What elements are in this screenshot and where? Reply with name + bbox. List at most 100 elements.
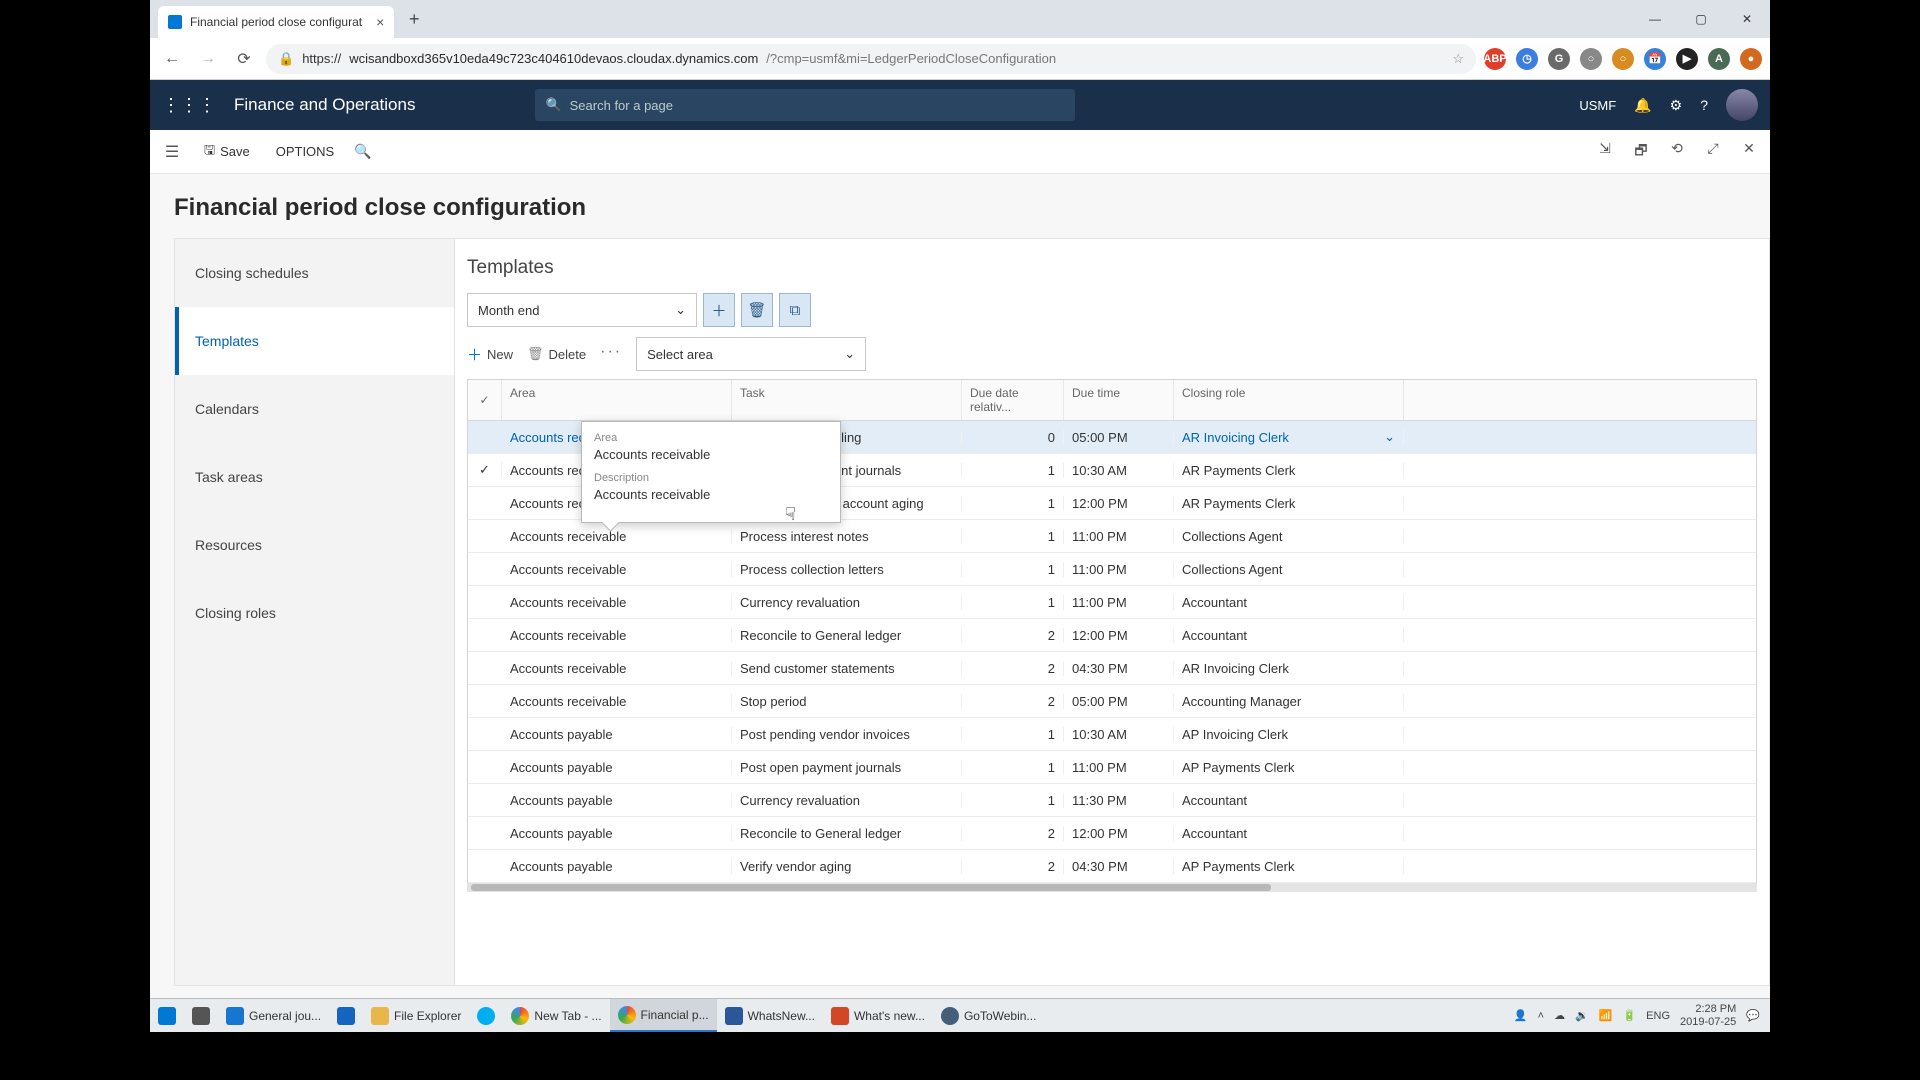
settings-gear-icon[interactable]: ⚙ (1670, 97, 1683, 114)
cell-due-relative[interactable]: 0 (962, 430, 1064, 445)
close-window-icon[interactable]: ✕ (1724, 3, 1770, 35)
save-button[interactable]: 🖫 Save (198, 137, 256, 167)
taskbar-powerpoint[interactable]: What's new... (823, 999, 933, 1032)
overflow-menu-icon[interactable]: ··· (600, 343, 622, 365)
cell-task[interactable]: Verify vendor aging (732, 859, 962, 874)
cell-task[interactable]: Process interest notes (732, 529, 962, 544)
cell-closing-role[interactable]: Accountant (1174, 595, 1404, 610)
table-row[interactable]: Accounts receivableCurrency revaluation1… (468, 586, 1756, 619)
cell-task[interactable]: Currency revaluation (732, 595, 962, 610)
global-search[interactable]: 🔍 Search for a page (535, 89, 1075, 121)
cell-due-relative[interactable]: 2 (962, 859, 1064, 874)
notifications-icon[interactable]: 🔔 (1634, 97, 1651, 114)
profile-icon[interactable]: ● (1740, 48, 1762, 70)
nav-calendars[interactable]: Calendars (175, 375, 454, 443)
tray-chevron-up-icon[interactable]: ˄ (1538, 1010, 1544, 1022)
template-select[interactable]: Month end ⌄ (467, 293, 697, 327)
taskbar-outlook[interactable] (329, 999, 363, 1032)
col-closing-role[interactable]: Closing role (1174, 380, 1404, 420)
col-area[interactable]: Area (502, 380, 732, 420)
table-row[interactable]: Accounts receivableStop period205:00 PMA… (468, 685, 1756, 718)
extension-icon-g[interactable]: G (1548, 48, 1570, 70)
cell-due-relative[interactable]: 1 (962, 760, 1064, 775)
extension-icon[interactable]: ○ (1580, 48, 1602, 70)
cell-closing-role[interactable]: Accountant (1174, 826, 1404, 841)
cell-due-relative[interactable]: 1 (962, 463, 1064, 478)
table-row[interactable]: Accounts payableVerify vendor aging204:3… (468, 850, 1756, 883)
tab-close-icon[interactable]: × (376, 14, 384, 30)
cell-due-time[interactable]: 11:00 PM (1064, 529, 1174, 544)
cell-task[interactable]: Post open payment journals (732, 760, 962, 775)
cell-due-time[interactable]: 05:00 PM (1064, 430, 1174, 445)
cell-due-relative[interactable]: 2 (962, 694, 1064, 709)
table-row[interactable]: Accounts receivableReconcile to General … (468, 619, 1756, 652)
company-selector[interactable]: USMF (1579, 98, 1616, 113)
cell-task[interactable]: Reconcile to General ledger (732, 628, 962, 643)
cell-due-relative[interactable]: 1 (962, 496, 1064, 511)
tray-cloud-icon[interactable]: ☁ (1554, 1009, 1565, 1022)
nav-closing-schedules[interactable]: Closing schedules (175, 239, 454, 307)
tray-language[interactable]: ENG (1646, 1010, 1670, 1022)
extension-icon[interactable]: ▶ (1676, 48, 1698, 70)
cell-due-time[interactable]: 12:00 PM (1064, 628, 1174, 643)
taskbar-edge[interactable]: General jou... (218, 999, 329, 1032)
tray-clock[interactable]: 2:28 PM 2019-07-25 (1680, 1003, 1736, 1027)
task-view-icon[interactable] (184, 999, 218, 1032)
copy-template-button[interactable]: ⧉ (779, 293, 811, 327)
col-select-all[interactable]: ✓ (468, 380, 502, 420)
cell-closing-role[interactable]: AP Payments Clerk (1174, 760, 1404, 775)
help-icon[interactable]: ? (1700, 97, 1708, 113)
col-task[interactable]: Task (732, 380, 962, 420)
cell-closing-role[interactable]: AR Invoicing Clerk (1174, 661, 1404, 676)
cell-task[interactable]: Currency revaluation (732, 793, 962, 808)
cell-area[interactable]: Accounts receivable (502, 529, 732, 544)
taskbar-word[interactable]: WhatsNew... (717, 999, 823, 1032)
abp-extension-icon[interactable]: ABP (1484, 48, 1506, 70)
cell-area[interactable]: Accounts payable (502, 793, 732, 808)
cell-task[interactable]: Reconcile to General ledger (732, 826, 962, 841)
add-template-button[interactable]: ＋ (703, 293, 735, 327)
cell-due-relative[interactable]: 1 (962, 595, 1064, 610)
area-filter-select[interactable]: Select area ⌄ (636, 337, 866, 371)
table-row[interactable]: Accounts receivableProcess interest note… (468, 520, 1756, 553)
taskbar-skype[interactable] (469, 999, 503, 1032)
nav-templates[interactable]: Templates (175, 307, 454, 375)
cell-due-time[interactable]: 11:00 PM (1064, 595, 1174, 610)
cell-due-time[interactable]: 11:00 PM (1064, 760, 1174, 775)
cell-area[interactable]: Accounts receivable (502, 661, 732, 676)
chevron-down-icon[interactable]: ⌄ (1384, 429, 1395, 445)
taskbar-gotowebinar[interactable]: GoToWebin... (933, 999, 1044, 1032)
maximize-icon[interactable]: ▢ (1678, 3, 1724, 35)
nav-closing-roles[interactable]: Closing roles (175, 579, 454, 647)
cell-due-relative[interactable]: 1 (962, 727, 1064, 742)
cell-closing-role[interactable]: Accountant (1174, 628, 1404, 643)
cell-due-time[interactable]: 10:30 AM (1064, 727, 1174, 742)
tray-volume-icon[interactable]: 🔉 (1575, 1009, 1589, 1022)
taskbar-chrome-financial[interactable]: Financial p... (610, 999, 717, 1032)
cell-task[interactable]: Process collection letters (732, 562, 962, 577)
nav-hamburger-icon[interactable]: ☰ (160, 142, 184, 162)
start-button[interactable] (150, 999, 184, 1032)
cell-due-time[interactable]: 05:00 PM (1064, 694, 1174, 709)
cell-due-time[interactable]: 10:30 AM (1064, 463, 1174, 478)
calendar-extension-icon[interactable]: 📅 (1644, 48, 1666, 70)
delete-template-button[interactable]: 🗑 (741, 293, 773, 327)
col-due-time[interactable]: Due time (1064, 380, 1174, 420)
profile-a-icon[interactable]: A (1708, 48, 1730, 70)
cell-closing-role[interactable]: AR Invoicing Clerk⌄ (1174, 429, 1404, 445)
cell-closing-role[interactable]: Accounting Manager (1174, 694, 1404, 709)
popout-icon[interactable]: ⤢ (1702, 140, 1724, 164)
table-row[interactable]: Accounts payableReconcile to General led… (468, 817, 1756, 850)
cell-due-relative[interactable]: 1 (962, 562, 1064, 577)
extension-icon[interactable]: ○ (1612, 48, 1634, 70)
new-tab-button[interactable]: + (400, 5, 428, 33)
cell-due-time[interactable]: 12:00 PM (1064, 826, 1174, 841)
nav-resources[interactable]: Resources (175, 511, 454, 579)
cell-due-relative[interactable]: 2 (962, 826, 1064, 841)
tray-battery-icon[interactable]: 🔋 (1622, 1009, 1636, 1022)
table-row[interactable]: Accounts payableCurrency revaluation111:… (468, 784, 1756, 817)
cell-due-time[interactable]: 11:00 PM (1064, 562, 1174, 577)
minimize-icon[interactable]: — (1632, 3, 1678, 35)
cell-task[interactable]: Stop period (732, 694, 962, 709)
tray-notifications-icon[interactable]: 💬 (1746, 1009, 1760, 1022)
